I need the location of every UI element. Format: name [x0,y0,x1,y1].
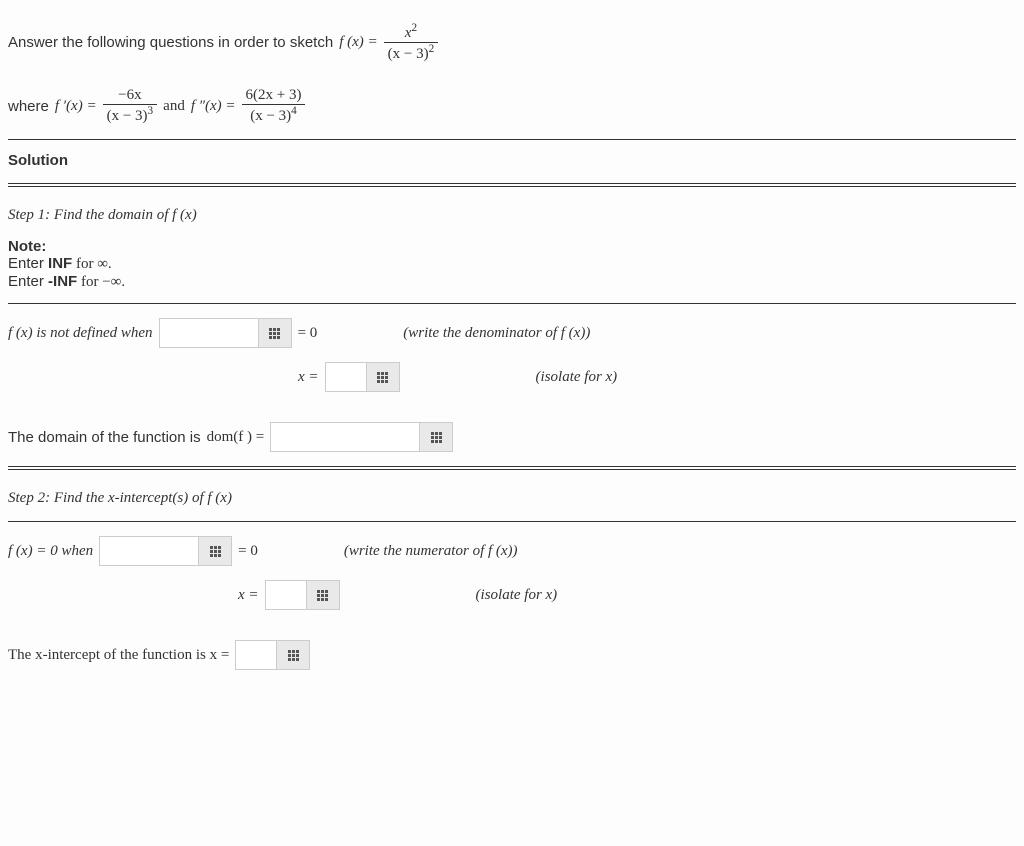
fprime-label: f ′(x) = [55,98,97,115]
divider [8,521,1016,522]
d2-den-base: (x − 3) [250,108,291,124]
x-equals-label: x = [238,587,259,604]
hint-numerator: (write the numerator of f (x)) [344,543,518,560]
fx-fraction: x2 (x − 3)2 [384,22,439,63]
hint-isolate-x: (isolate for x) [476,587,558,604]
frac-den-sup: 2 [429,43,435,55]
keyboard-icon[interactable] [366,362,400,392]
derivatives-row: where f ′(x) = −6x (x − 3)3 and f ″(x) =… [8,87,1016,125]
and-text: and [163,98,185,115]
step1-title: Step 1: Find the domain of f (x) [8,207,1016,224]
d2-num: 6(2x + 3) [242,87,306,104]
intro-text: Answer the following questions in order … [8,34,333,51]
fx-zero-label: f (x) = 0 when [8,543,93,560]
double-rule [8,466,1016,470]
solution-heading: Solution [8,152,1016,169]
divider [8,303,1016,304]
domain-prefix: The domain of the function is [8,429,201,446]
note-line-1: Enter INF for ∞. [8,255,1016,273]
keyboard-icon[interactable] [258,318,292,348]
x-equals-label: x = [298,369,319,386]
step1-line2: x = (isolate for x) [298,362,1016,392]
note-block: Note: Enter INF for ∞. Enter -INF for −∞… [8,238,1016,291]
xint-prefix: The x-intercept of the function is x = [8,647,229,664]
equals-zero: = 0 [298,325,318,342]
double-rule [8,183,1016,187]
frac-den-base: (x − 3) [388,46,429,62]
numerator-input[interactable] [99,536,199,566]
d1-num: −6x [103,87,158,104]
keyboard-icon[interactable] [198,536,232,566]
keyboard-icon[interactable] [276,640,310,670]
fx-label: f (x) = [339,34,377,51]
divider [8,139,1016,140]
domain-input[interactable] [270,422,420,452]
isolate-x-input[interactable] [325,362,367,392]
step2-title: Step 2: Find the x-intercept(s) of f (x) [8,490,1016,507]
d2-den-sup: 4 [291,105,297,117]
hint-denominator: (write the denominator of f (x)) [403,325,590,342]
d1-den-sup: 3 [148,105,154,117]
isolate-x-input-2[interactable] [265,580,307,610]
fx-not-defined-label: f (x) is not defined when [8,325,153,342]
note-line-2: Enter -INF for −∞. [8,273,1016,291]
d1-den-base: (x − 3) [107,108,148,124]
fdbl-fraction: 6(2x + 3) (x − 3)4 [242,87,306,125]
denominator-input[interactable] [159,318,259,348]
step2-line1: f (x) = 0 when = 0 (write the numerator … [8,536,1016,566]
note-label: Note: [8,238,1016,255]
step2-xint-line: The x-intercept of the function is x = [8,640,1016,670]
step1-domain-line: The domain of the function is dom(f ) = [8,422,1016,452]
step1-line1: f (x) is not defined when = 0 (write the… [8,318,1016,348]
step2-line2: x = (isolate for x) [238,580,1016,610]
hint-isolate-x: (isolate for x) [536,369,618,386]
frac-num-sup: 2 [411,22,417,34]
keyboard-icon[interactable] [306,580,340,610]
fdbl-label: f ″(x) = [191,98,236,115]
domf-label: dom(f ) = [207,429,265,446]
fprime-fraction: −6x (x − 3)3 [103,87,158,125]
where-text: where [8,98,49,115]
equals-zero: = 0 [238,543,258,560]
keyboard-icon[interactable] [419,422,453,452]
intro-row: Answer the following questions in order … [8,22,1016,63]
x-intercept-input[interactable] [235,640,277,670]
